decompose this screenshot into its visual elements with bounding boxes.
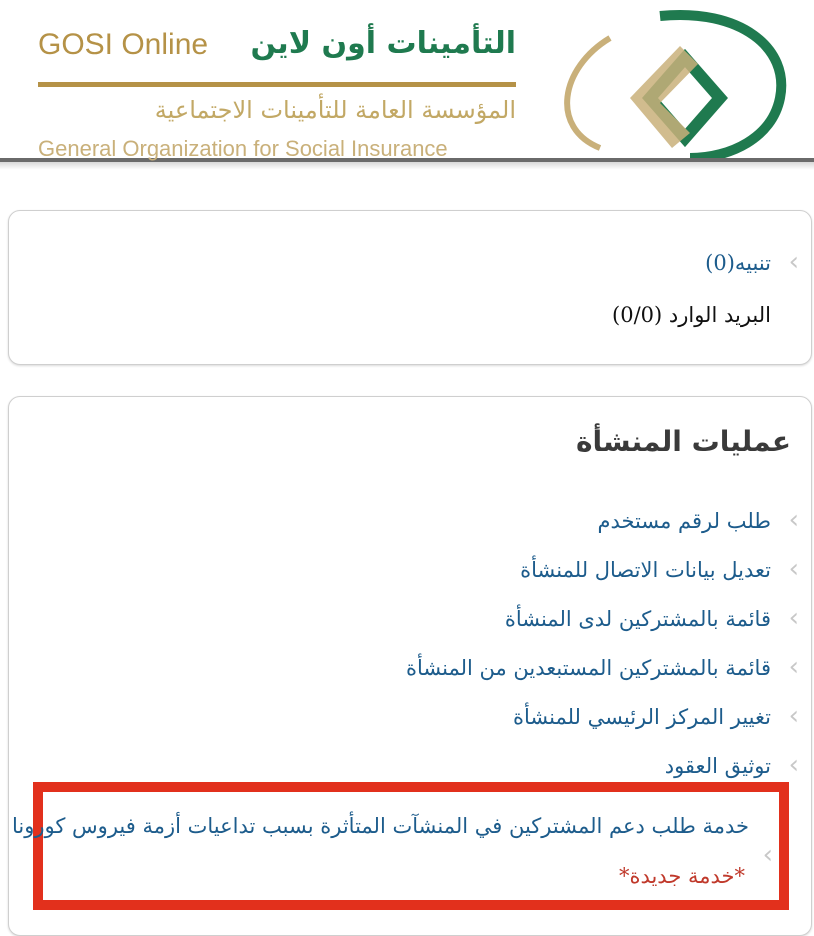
- notifications-panel: ‹ تنبيه(0) البريد الوارد (0/0): [8, 210, 812, 365]
- chevron-left-icon: ‹: [788, 652, 799, 682]
- section-title: عمليات المنشأة: [575, 425, 791, 458]
- english-brand-title: GOSI Online: [38, 28, 209, 61]
- link-subscribers-list[interactable]: قائمة بالمشتركين لدى المنشأة: [505, 607, 771, 631]
- chevron-left-icon: ‹: [788, 701, 799, 731]
- link-change-headquarters[interactable]: تغيير المركز الرئيسي للمنشأة: [513, 705, 771, 729]
- site-header: التأمينات أون لاين GOSI Online المؤسسة ا…: [0, 0, 814, 162]
- highlighted-new-service: ‹ خدمة طلب دعم المشتركين في المنشآت المت…: [12, 782, 789, 910]
- header-shadow: [0, 162, 814, 170]
- chevron-left-icon: ‹: [762, 840, 773, 870]
- chevron-left-icon: ‹: [788, 505, 799, 535]
- gold-divider: [38, 82, 516, 87]
- arabic-brand-title: التأمينات أون لاين: [250, 26, 516, 61]
- inbox-label[interactable]: البريد الوارد (0/0): [612, 303, 771, 327]
- chevron-left-icon: ‹: [788, 603, 799, 633]
- chevron-left-icon: ‹: [788, 554, 799, 584]
- link-request-user-number[interactable]: طلب لرقم مستخدم: [597, 509, 771, 533]
- alerts-link[interactable]: تنبيه(0): [705, 251, 771, 275]
- gosi-logo-icon: [564, 10, 787, 158]
- arabic-org-name: المؤسسة العامة للتأمينات الاجتماعية: [154, 96, 516, 124]
- link-contract-authentication[interactable]: توثيق العقود: [665, 754, 771, 778]
- new-service-badge: *خدمة جديدة*: [618, 864, 745, 888]
- english-org-name: General Organization for Social Insuranc…: [38, 136, 448, 161]
- link-edit-contact-info[interactable]: تعديل بيانات الاتصال للمنشأة: [520, 558, 771, 582]
- chevron-left-icon: ‹: [788, 247, 799, 277]
- chevron-left-icon: ‹: [788, 750, 799, 780]
- link-excluded-subscribers[interactable]: قائمة بالمشتركين المستبعدين من المنشأة: [406, 656, 771, 680]
- link-covid-support-service[interactable]: خدمة طلب دعم المشتركين في المنشآت المتأث…: [12, 814, 749, 838]
